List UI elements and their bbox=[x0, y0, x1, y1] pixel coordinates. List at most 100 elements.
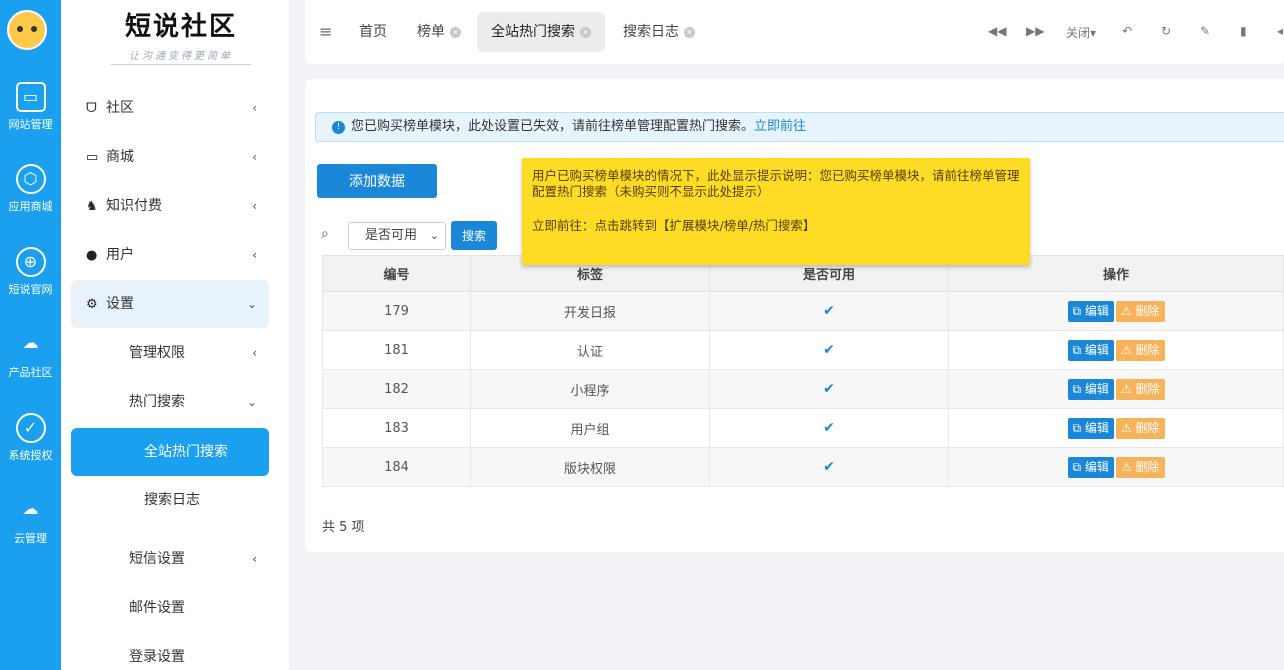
rail-item-official[interactable]: ⊕ 短说官网 bbox=[0, 247, 61, 297]
sidebar-item-users[interactable]: ● 用户 ‹ bbox=[71, 231, 269, 279]
edit-label: 编辑 bbox=[1084, 342, 1109, 357]
delete-button[interactable]: ⚠ 删除 bbox=[1115, 300, 1165, 322]
delete-button[interactable]: ⚠ 删除 bbox=[1115, 378, 1165, 400]
table-row: 181 认证 ✔ ⧉ 编辑 ⚠ 删除 bbox=[322, 330, 1284, 370]
sidebar-item-knowledge[interactable]: ♞ 知识付费 ‹ bbox=[71, 182, 269, 230]
chevron-down-icon: ⌄ bbox=[429, 229, 439, 242]
edit-button[interactable]: ⧉ 编辑 bbox=[1067, 300, 1114, 322]
edit-button[interactable]: ⧉ 编辑 bbox=[1067, 378, 1114, 400]
rail-label: 云管理 bbox=[14, 532, 47, 545]
cloud-storage-icon: ☁ bbox=[22, 499, 39, 518]
sidebar-item-label: 知识付费 bbox=[106, 198, 162, 214]
scroll-right-icon[interactable]: ▶▶ bbox=[1026, 24, 1044, 38]
laptop-icon: ▭ bbox=[86, 150, 99, 165]
close-icon[interactable]: ✕ bbox=[450, 27, 461, 38]
cell-id: 179 bbox=[322, 291, 471, 331]
tab-home[interactable]: 首页 bbox=[345, 12, 401, 52]
cell-id: 182 bbox=[322, 369, 471, 409]
tab-label: 全站热门搜索 bbox=[491, 24, 575, 40]
back-icon[interactable]: ↶ bbox=[1122, 24, 1132, 38]
sidebar-item-label: 热门搜索 bbox=[129, 394, 185, 410]
cell-available: ✔ bbox=[709, 447, 949, 487]
mobile-icon[interactable]: ▮ bbox=[1240, 24, 1247, 38]
rail-label: 系统授权 bbox=[8, 449, 53, 462]
tab-site-hot-search[interactable]: 全站热门搜索 ✕ bbox=[477, 12, 605, 52]
menu-toggle-icon[interactable]: ≡ bbox=[319, 22, 332, 41]
cell-available: ✔ bbox=[709, 408, 949, 448]
cell-tag: 用户组 bbox=[470, 408, 710, 448]
search-icon: ⌕ bbox=[321, 226, 329, 242]
cell-tag: 小程序 bbox=[470, 369, 710, 409]
cell-actions: ⧉ 编辑 ⚠ 删除 bbox=[948, 291, 1284, 331]
chevron-left-icon: ‹ bbox=[252, 101, 257, 115]
graduation-cap-icon: ♞ bbox=[86, 199, 98, 214]
sidebar-item-login-settings[interactable]: 登录设置 bbox=[71, 633, 269, 670]
sidebar-item-settings[interactable]: ⚙ 设置 ⌄ bbox=[71, 280, 269, 328]
refresh-icon[interactable]: ↻ bbox=[1161, 24, 1171, 38]
edit-button[interactable]: ⧉ 编辑 bbox=[1067, 417, 1114, 439]
rail-item-cloud[interactable]: ☁ 云管理 bbox=[0, 496, 61, 546]
sidebar-item-label: 设置 bbox=[106, 296, 134, 312]
alert-text: 您已购买榜单模块，此处设置已失效，请前往榜单管理配置热门搜索。 bbox=[351, 119, 755, 134]
sidebar-item-sms-settings[interactable]: 短信设置 ‹ bbox=[71, 535, 269, 583]
chevron-down-icon: ⌄ bbox=[246, 297, 257, 311]
sidebar-item-site-hot-search[interactable]: 全站热门搜索 bbox=[71, 428, 269, 476]
monitor-icon: ▭ bbox=[15, 82, 46, 112]
rail-item-appstore[interactable]: ⬡ 应用商城 bbox=[0, 164, 61, 214]
check-icon: ✔ bbox=[823, 420, 835, 436]
sidebar-item-label: 搜索日志 bbox=[144, 492, 200, 508]
edit-button[interactable]: ⧉ 编辑 bbox=[1067, 339, 1114, 361]
availability-filter-select[interactable]: 是否可用 ⌄ bbox=[348, 222, 446, 250]
box-icon: ⬡ bbox=[15, 164, 46, 194]
rail-item-license[interactable]: ✓ 系统授权 bbox=[0, 413, 61, 463]
cell-tag: 版块权限 bbox=[470, 447, 710, 487]
search-button[interactable]: 搜索 bbox=[451, 221, 497, 250]
more-icon[interactable]: ◂ bbox=[1277, 24, 1283, 38]
rail-item-website[interactable]: ▭ 网站管理 bbox=[0, 82, 61, 132]
sidebar-item-permissions[interactable]: 管理权限 ‹ bbox=[71, 329, 269, 377]
col-id[interactable]: 编号 bbox=[322, 255, 471, 292]
sidebar-item-label: 用户 bbox=[106, 247, 134, 263]
sidebar-item-label: 全站热门搜索 bbox=[144, 444, 228, 460]
cloud-icon: ☁ bbox=[22, 333, 39, 352]
tab-search-log[interactable]: 搜索日志 ✕ bbox=[609, 12, 709, 52]
cell-available: ✔ bbox=[709, 369, 949, 409]
info-icon: ! bbox=[332, 121, 345, 134]
scroll-left-icon[interactable]: ◀◀ bbox=[988, 24, 1006, 38]
delete-label: 删除 bbox=[1135, 303, 1160, 318]
add-data-button[interactable]: 添加数据 bbox=[317, 164, 437, 198]
delete-label: 删除 bbox=[1135, 381, 1160, 396]
delete-label: 删除 bbox=[1135, 459, 1160, 474]
rail-label: 短说官网 bbox=[8, 283, 53, 296]
delete-label: 删除 bbox=[1135, 420, 1160, 435]
sidebar-item-search-log[interactable]: 搜索日志 bbox=[71, 476, 269, 524]
select-value: 是否可用 bbox=[365, 228, 418, 243]
delete-button[interactable]: ⚠ 删除 bbox=[1115, 456, 1165, 478]
cell-id: 181 bbox=[322, 330, 471, 370]
rail-item-community[interactable]: ☁ 产品社区 bbox=[0, 330, 61, 380]
sidebar-item-label: 商城 bbox=[106, 149, 134, 165]
sidebar-item-hot-search[interactable]: 热门搜索 ⌄ bbox=[71, 378, 269, 426]
tab-ranking[interactable]: 榜单 ✕ bbox=[403, 12, 475, 52]
info-alert: ! 您已购买榜单模块，此处设置已失效，请前往榜单管理配置热门搜索。立即前往 bbox=[315, 112, 1284, 142]
sidebar-item-community[interactable]: ᗜ 社区 ‹ bbox=[71, 84, 269, 132]
close-icon[interactable]: ✕ bbox=[684, 27, 695, 38]
close-menu-dropdown[interactable]: 关闭▾ bbox=[1066, 24, 1096, 41]
delete-button[interactable]: ⚠ 删除 bbox=[1115, 339, 1165, 361]
sidebar-item-label: 邮件设置 bbox=[129, 600, 185, 616]
cell-id: 184 bbox=[322, 447, 471, 487]
delete-button[interactable]: ⚠ 删除 bbox=[1115, 417, 1165, 439]
table-row: 183 用户组 ✔ ⧉ 编辑 ⚠ 删除 bbox=[322, 408, 1284, 448]
sidebar-item-mail-settings[interactable]: 邮件设置 bbox=[71, 584, 269, 632]
check-icon: ✔ bbox=[823, 459, 835, 475]
edit-button[interactable]: ⧉ 编辑 bbox=[1067, 456, 1114, 478]
sidebar-item-label: 短信设置 bbox=[129, 551, 185, 567]
brand-subtitle: 让沟通变得更简单 bbox=[111, 47, 251, 65]
user-icon: ● bbox=[86, 248, 98, 263]
go-now-link[interactable]: 立即前往 bbox=[754, 119, 806, 134]
logo-avatar[interactable] bbox=[7, 10, 47, 50]
close-icon[interactable]: ✕ bbox=[580, 27, 591, 38]
clear-cache-icon[interactable]: ✎ bbox=[1200, 24, 1210, 38]
cell-actions: ⧉ 编辑 ⚠ 删除 bbox=[948, 330, 1284, 370]
sidebar-item-shop[interactable]: ▭ 商城 ‹ bbox=[71, 133, 269, 181]
